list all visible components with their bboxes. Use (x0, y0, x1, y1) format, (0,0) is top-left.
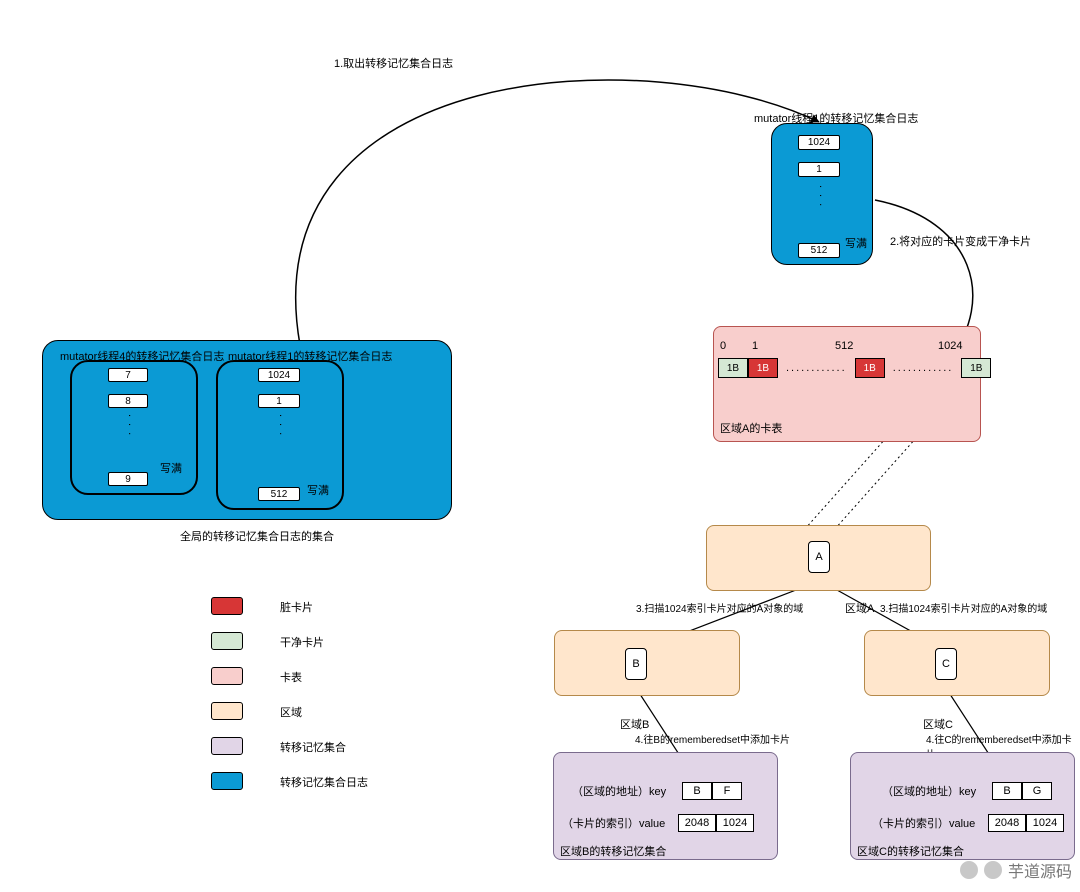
legend-label-1: 干净卡片 (280, 634, 324, 650)
region-a-caption: 区域A (845, 600, 874, 616)
mut1-cell-2: 512 (798, 243, 840, 258)
mut1-cell-0: 1024 (798, 135, 840, 150)
mut1-dots: ... (817, 185, 829, 212)
card-dots-1: ............ (786, 362, 847, 374)
remb-key-0: B (682, 782, 712, 800)
gr-dots: ... (277, 414, 289, 441)
gl-cell-2: 9 (108, 472, 148, 486)
legend-label-0: 脏卡片 (280, 599, 313, 615)
region-b-caption: 区域B (620, 716, 649, 732)
ct-tick-1: 1 (752, 340, 758, 352)
watermark-icon-2 (984, 861, 1002, 879)
region-c-caption: 区域C (923, 716, 953, 732)
legend-label-3: 区域 (280, 704, 302, 720)
remc-val-0: 2048 (988, 814, 1026, 832)
ct-tick-2: 512 (835, 340, 853, 352)
card-dots-2: ............ (893, 362, 954, 374)
mut1-cell-1: 1 (798, 162, 840, 177)
gl-cell-1: 8 (108, 394, 148, 408)
card-0: 1B (718, 358, 748, 378)
remb-key-label: （区域的地址）key (572, 783, 666, 799)
remb-caption: 区域B的转移记忆集合 (560, 843, 666, 859)
mut1-state: 写满 (845, 235, 867, 251)
card-table-caption: 区域A的卡表 (720, 420, 782, 436)
region-b-label: B (625, 648, 647, 680)
legend-swatch-0 (211, 597, 243, 615)
gr-cell-1: 1 (258, 394, 300, 408)
gr-cell-0: 1024 (258, 368, 300, 382)
remc-key-0: B (992, 782, 1022, 800)
legend-swatch-3 (211, 702, 243, 720)
region-a-label: A (808, 541, 830, 573)
gl-dots: ... (126, 414, 138, 441)
remc-caption: 区域C的转移记忆集合 (857, 843, 964, 859)
gr-cell-2: 512 (258, 487, 300, 501)
legend-label-2: 卡表 (280, 669, 302, 685)
global-set-caption: 全局的转移记忆集合日志的集合 (180, 528, 334, 544)
remb-val-label: （卡片的索引）value (562, 815, 665, 831)
gl-state: 写满 (160, 460, 182, 476)
remb-val-0: 2048 (678, 814, 716, 832)
ct-tick-3: 1024 (938, 340, 962, 352)
gr-state: 写满 (307, 482, 329, 498)
region-b (554, 630, 740, 696)
remc-key-label: （区域的地址）key (882, 783, 976, 799)
gl-cell-0: 7 (108, 368, 148, 382)
card-2: 1B (855, 358, 885, 378)
step4a-label: 4.往B的rememberedset中添加卡片 (635, 731, 790, 746)
remc-val-1: 1024 (1026, 814, 1064, 832)
region-c-label: C (935, 648, 957, 680)
step3a-label: 3.扫描1024索引卡片对应的A对象的域 (636, 600, 803, 615)
region-c (864, 630, 1050, 696)
legend-swatch-5 (211, 772, 243, 790)
legend-swatch-2 (211, 667, 243, 685)
legend-swatch-4 (211, 737, 243, 755)
watermark: 芋道源码 (960, 858, 1072, 882)
legend-label-5: 转移记忆集合日志 (280, 774, 368, 790)
remb-val-1: 1024 (716, 814, 754, 832)
remc-key-1: G (1022, 782, 1052, 800)
legend-swatch-1 (211, 632, 243, 650)
ct-tick-0: 0 (720, 340, 726, 352)
watermark-icon (960, 861, 978, 879)
remb-key-1: F (712, 782, 742, 800)
step1-label: 1.取出转移记忆集合日志 (334, 55, 453, 71)
card-3: 1B (961, 358, 991, 378)
card-1: 1B (748, 358, 778, 378)
legend-label-4: 转移记忆集合 (280, 739, 346, 755)
remc-val-label: （卡片的索引）value (872, 815, 975, 831)
step3b-label: 3.扫描1024索引卡片对应的A对象的域 (880, 600, 1047, 615)
watermark-text: 芋道源码 (1008, 858, 1072, 882)
step2-label: 2.将对应的卡片变成干净卡片 (890, 233, 1031, 249)
